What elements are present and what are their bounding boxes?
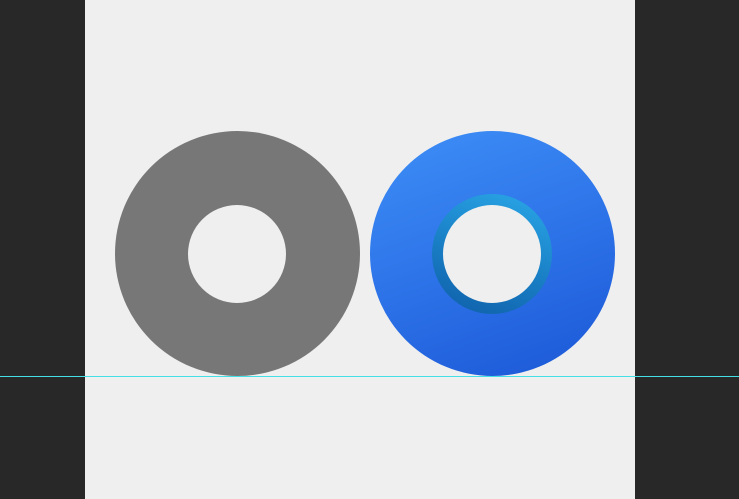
blue-ring-hole [443,205,541,303]
document-canvas[interactable] [85,0,635,499]
horizontal-guide-line[interactable] [0,376,739,377]
editor-workspace [0,0,739,499]
gray-ring-hole [188,205,286,303]
gray-ring-shape[interactable] [115,131,360,376]
blue-ring-shape[interactable] [370,131,615,376]
